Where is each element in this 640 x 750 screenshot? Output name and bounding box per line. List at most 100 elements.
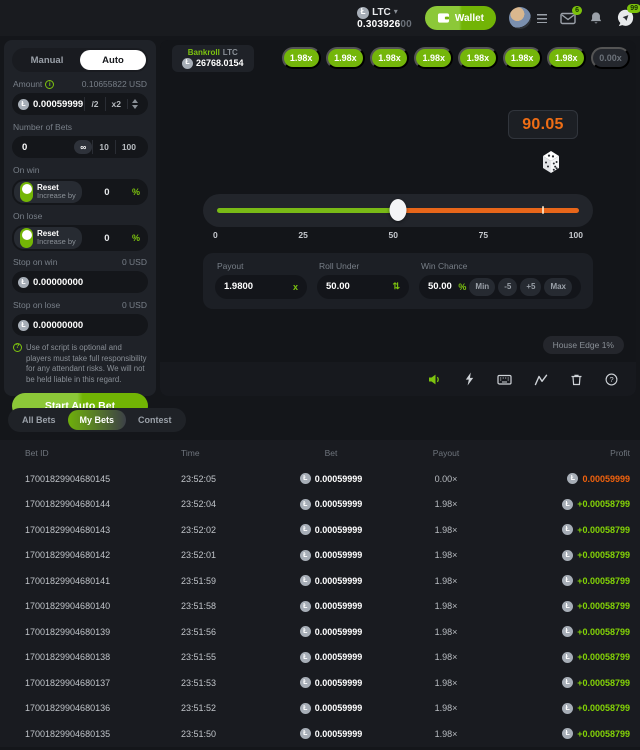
wallet-button[interactable]: Wallet — [425, 6, 496, 30]
on-lose-reset-toggle[interactable]: ResetIncrease by — [14, 227, 82, 249]
bet-id-cell: 17001829904680143 — [25, 525, 181, 535]
table-row[interactable]: 1700182990468014423:52:04Ł0.000599991.98… — [0, 492, 640, 518]
bets-10-button[interactable]: 10 — [92, 140, 114, 154]
bets-tab-all-bets[interactable]: All Bets — [10, 410, 68, 430]
payout-field[interactable]: 1.9800 x — [215, 275, 307, 299]
payout-cell: 1.98× — [401, 525, 491, 535]
sound-icon[interactable] — [428, 373, 442, 386]
number-of-bets-field[interactable]: 0 ∞ 10 100 — [12, 136, 148, 158]
notifications-button[interactable] — [589, 11, 603, 25]
on-win-value[interactable]: 0 — [82, 187, 132, 198]
bet-amount: 0.00059999 — [315, 729, 363, 739]
slider-track[interactable] — [217, 208, 579, 213]
on-win-reset-toggle[interactable]: ResetIncrease by — [14, 181, 82, 203]
slider-tick-label: 0 — [213, 230, 218, 240]
table-row[interactable]: 1700182990468013623:51:52Ł0.000599991.98… — [0, 696, 640, 722]
profit-cell: Ł+0.00058799 — [491, 550, 630, 561]
currency-code: LTC — [372, 7, 391, 18]
bets-tab-contest[interactable]: Contest — [126, 410, 184, 430]
currency-selector[interactable]: Ł LTC ▾ 0.30392600 — [357, 7, 412, 30]
hamburger-icon[interactable] — [537, 14, 547, 23]
ltc-coin-icon: Ł — [300, 524, 311, 535]
table-row[interactable]: 1700182990468014523:52:05Ł0.000599990.00… — [0, 466, 640, 492]
bolt-icon[interactable] — [464, 372, 475, 386]
multiplier-pill[interactable]: 1.98x — [547, 47, 586, 69]
ltc-coin-icon: Ł — [562, 499, 573, 510]
stop-on-lose-value[interactable]: 0.00000000 — [33, 320, 142, 331]
live-stats-icon[interactable] — [534, 373, 548, 386]
infinity-button[interactable]: ∞ — [74, 140, 92, 154]
toggle-icon[interactable] — [20, 228, 33, 248]
on-lose-label: On lose — [13, 211, 42, 221]
avatar[interactable] — [509, 7, 531, 29]
toggle-icon[interactable] — [20, 182, 33, 202]
mail-button[interactable]: 6 — [560, 11, 576, 25]
step-up-icon[interactable] — [132, 99, 138, 103]
ltc-coin-icon: Ł — [300, 677, 311, 688]
payout-value[interactable]: 1.9800 — [224, 281, 293, 292]
win-chance-plus5-button[interactable]: +5 — [520, 278, 541, 296]
multiplier-pill[interactable]: 1.98x — [370, 47, 409, 69]
win-chance-min-button[interactable]: Min — [469, 278, 495, 296]
step-down-icon[interactable] — [132, 105, 138, 109]
ltc-coin-icon: Ł — [562, 575, 573, 586]
stop-on-lose-usd: 0 USD — [122, 300, 147, 310]
table-row[interactable]: 1700182990468013823:51:55Ł0.000599991.98… — [0, 645, 640, 671]
amount-usd: 0.10655822 USD — [82, 79, 147, 89]
table-row[interactable]: 1700182990468014323:52:02Ł0.000599991.98… — [0, 517, 640, 543]
tab-auto[interactable]: Auto — [80, 50, 146, 70]
info-icon[interactable] — [45, 80, 54, 89]
stop-on-lose-field[interactable]: Ł 0.00000000 — [12, 314, 148, 336]
bets-100-button[interactable]: 100 — [115, 140, 142, 154]
table-row[interactable]: 1700182990468014123:51:59Ł0.000599991.98… — [0, 568, 640, 594]
bet-id-cell: 17001829904680145 — [25, 474, 181, 484]
roll-under-field[interactable]: 50.00 ⇅ — [317, 275, 409, 299]
time-cell: 23:51:55 — [181, 652, 261, 662]
on-lose-value[interactable]: 0 — [82, 233, 132, 244]
slider-handle[interactable] — [390, 199, 407, 221]
bet-id-cell: 17001829904680141 — [25, 576, 181, 586]
win-chance-field[interactable]: 50.00 % Min-5+5Max — [419, 275, 581, 299]
chat-button[interactable]: 99 — [616, 9, 635, 28]
win-chance-max-button[interactable]: Max — [544, 278, 572, 296]
table-row[interactable]: 1700182990468013523:51:50Ł0.000599991.98… — [0, 721, 640, 747]
double-button[interactable]: x2 — [105, 97, 127, 111]
amount-field[interactable]: Ł 0.00059999 /2 x2 — [12, 93, 148, 115]
tab-manual[interactable]: Manual — [14, 50, 80, 70]
table-row[interactable]: 1700182990468013723:51:53Ł0.000599991.98… — [0, 670, 640, 696]
multiplier-pill[interactable]: 1.98x — [503, 47, 542, 69]
bet-amount: 0.00059999 — [315, 601, 363, 611]
bet-panel: Manual Auto Amount 0.10655822 USD Ł 0.00… — [4, 40, 156, 396]
amount-value[interactable]: 0.00059999 — [33, 99, 84, 110]
win-chance-minus5-button[interactable]: -5 — [498, 278, 517, 296]
swap-icon[interactable]: ⇅ — [392, 281, 400, 292]
bets-tab-my-bets[interactable]: My Bets — [68, 410, 127, 430]
multiplier-pill[interactable]: 0.00x — [591, 47, 630, 69]
win-chance-value[interactable]: 50.00 — [428, 281, 458, 292]
table-row[interactable]: 1700182990468014223:52:01Ł0.000599991.98… — [0, 543, 640, 569]
table-row[interactable]: 1700182990468014023:51:58Ł0.000599991.98… — [0, 594, 640, 620]
increase-by-label: Increase by — [37, 192, 76, 200]
stop-on-win-value[interactable]: 0.00000000 — [33, 277, 142, 288]
roll-under-value[interactable]: 50.00 — [326, 281, 392, 292]
multiplier-pill[interactable]: 1.98x — [282, 47, 321, 69]
user-menu[interactable] — [509, 7, 547, 29]
payout-cell: 1.98× — [401, 499, 491, 509]
multiplier-pill[interactable]: 1.98x — [458, 47, 497, 69]
profit-amount: +0.00058799 — [577, 576, 630, 586]
help-icon[interactable]: ? — [605, 373, 618, 386]
bet-cell: Ł0.00059999 — [261, 524, 401, 535]
multiplier-pill[interactable]: 1.98x — [414, 47, 453, 69]
stop-on-win-label: Stop on win — [13, 257, 57, 267]
half-button[interactable]: /2 — [84, 97, 104, 111]
hotkeys-icon[interactable] — [497, 373, 512, 386]
roll-slider[interactable] — [203, 194, 593, 227]
multiplier-pill[interactable]: 1.98x — [326, 47, 365, 69]
stop-on-win-field[interactable]: Ł 0.00000000 — [12, 271, 148, 293]
trash-icon[interactable] — [570, 373, 583, 386]
table-row[interactable]: 1700182990468013923:51:56Ł0.000599991.98… — [0, 619, 640, 645]
stop-on-lose-label: Stop on lose — [13, 300, 60, 310]
amount-stepper[interactable] — [127, 99, 142, 109]
number-of-bets-value[interactable]: 0 — [22, 142, 74, 153]
mail-badge: 6 — [572, 6, 582, 15]
